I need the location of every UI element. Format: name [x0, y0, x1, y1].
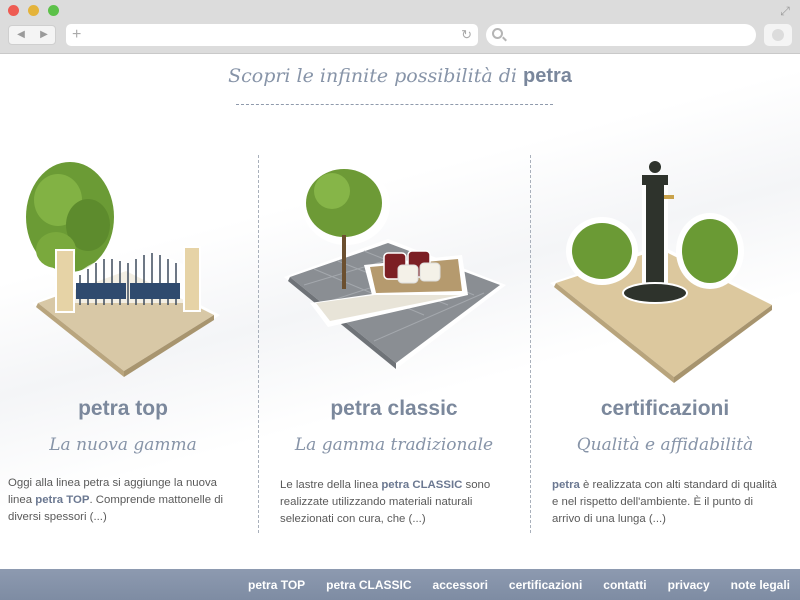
headline-prefix: Scopri le infinite possibilità di [228, 65, 517, 87]
new-tab-icon[interactable]: + [72, 26, 81, 44]
petra-classic-illustration[interactable] [284, 155, 510, 375]
minimize-window-icon[interactable] [28, 5, 39, 16]
footer-bar: petra TOP petra CLASSIC accessori certif… [0, 569, 800, 600]
navigation-buttons: ◀ ▶ [8, 25, 56, 45]
footer-nav: petra TOP petra CLASSIC accessori certif… [248, 569, 790, 600]
back-icon[interactable]: ◀ [11, 28, 31, 42]
footer-link-privacy[interactable]: privacy [668, 578, 710, 592]
column-divider [258, 155, 259, 533]
column-description: Le lastre della linea petra CLASSIC sono… [280, 477, 512, 528]
footer-link-note-legali[interactable]: note legali [731, 578, 790, 592]
address-bar[interactable]: + ↻ [66, 24, 478, 46]
column-title[interactable]: certificazioni [535, 397, 795, 421]
petra-top-illustration[interactable] [18, 155, 228, 380]
close-window-icon[interactable] [8, 5, 19, 16]
reload-icon[interactable]: ↻ [461, 27, 472, 43]
browser-chrome: ⤢ ◀ ▶ + ↻ [0, 0, 800, 54]
column-divider [530, 155, 531, 533]
description-brand: petra CLASSIC [381, 479, 463, 491]
description-text: Le lastre della linea [280, 479, 382, 491]
headline-brand: petra [523, 65, 572, 87]
column-description: petra è realizzata con alti standard di … [552, 477, 784, 528]
footer-link-petra-classic[interactable]: petra CLASSIC [326, 578, 411, 592]
browser-search-field[interactable] [486, 24, 756, 46]
footer-link-petra-top[interactable]: petra TOP [248, 578, 305, 592]
footer-link-accessori[interactable]: accessori [433, 578, 488, 592]
footer-link-certificazioni[interactable]: certificazioni [509, 578, 582, 592]
column-subtitle: La nuova gamma [49, 435, 197, 455]
search-icon [492, 28, 503, 39]
footer-link-contatti[interactable]: contatti [603, 578, 646, 592]
column-description: Oggi alla linea petra si aggiunge la nuo… [8, 475, 244, 526]
maximize-window-icon[interactable] [48, 5, 59, 16]
page-content: Scopri le infinite possibilità di petra [0, 55, 800, 600]
description-brand: petra [552, 479, 580, 491]
certificazioni-illustration[interactable] [550, 155, 780, 387]
column-subtitle: Qualità e affidabilità [576, 435, 754, 455]
column-title[interactable]: petra classic [264, 397, 524, 421]
extension-button[interactable] [764, 24, 792, 46]
description-brand: petra TOP [35, 494, 90, 506]
fullscreen-icon[interactable]: ⤢ [778, 4, 792, 18]
column-title[interactable]: petra top [0, 397, 253, 421]
headline-divider [236, 104, 553, 105]
column-subtitle: La gamma tradizionale [294, 435, 494, 455]
page-headline: Scopri le infinite possibilità di petra [0, 65, 800, 88]
forward-icon[interactable]: ▶ [34, 28, 54, 42]
description-text: è realizzata con alti standard di qualit… [552, 479, 777, 525]
